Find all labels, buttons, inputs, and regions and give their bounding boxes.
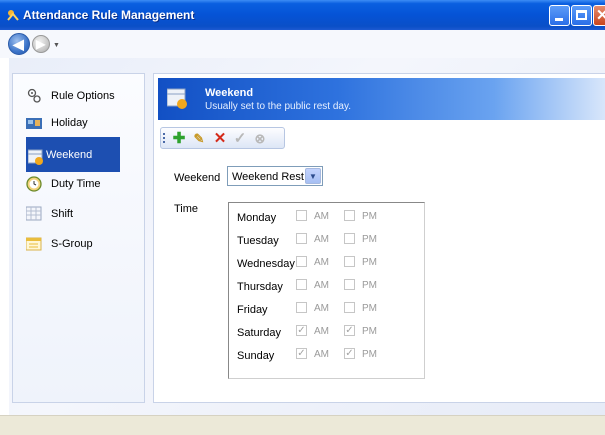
status-bar: [0, 415, 605, 435]
weekend-select-value: Weekend Rest: [232, 171, 304, 183]
delete-icon[interactable]: ✕: [211, 130, 229, 148]
pm-label: PM: [362, 326, 377, 337]
am-label: AM: [314, 211, 329, 222]
pm-checkbox[interactable]: [344, 279, 355, 290]
toolbar: ✚ ✎ ✕ ✓ ⊗: [160, 127, 285, 149]
pm-label: PM: [362, 303, 377, 314]
holiday-icon: [26, 118, 42, 129]
sidebar-item-label: Weekend: [46, 149, 93, 161]
sidebar: Rule Options Holiday Weekend Duty Time S…: [12, 73, 145, 403]
cancel-icon[interactable]: ⊗: [251, 130, 269, 148]
am-checkbox[interactable]: [296, 256, 307, 267]
back-button[interactable]: ◀: [8, 33, 30, 55]
am-checkbox[interactable]: ✓: [296, 348, 307, 359]
sidebar-item-rule-options[interactable]: Rule Options: [23, 84, 133, 108]
pm-label: PM: [362, 349, 377, 360]
weekend-icon: [28, 149, 43, 165]
pm-label: PM: [362, 280, 377, 291]
weekend-select[interactable]: Weekend Rest ▼: [227, 166, 323, 186]
minimize-icon: [555, 18, 563, 21]
day-name: Tuesday: [237, 235, 279, 247]
day-name: Saturday: [237, 327, 282, 339]
am-label: AM: [314, 280, 329, 291]
am-checkbox[interactable]: [296, 302, 307, 313]
maximize-icon: [576, 10, 587, 20]
rule-options-icon: [27, 88, 41, 103]
am-label: AM: [314, 349, 329, 360]
forward-arrow-icon: ▶: [36, 37, 46, 51]
clock-icon: [26, 176, 42, 192]
sidebar-item-weekend[interactable]: Weekend: [26, 137, 120, 172]
edit-icon[interactable]: ✎: [190, 130, 208, 148]
am-label: AM: [314, 257, 329, 268]
day-row: Friday AM PM: [229, 297, 424, 319]
pm-checkbox[interactable]: [344, 210, 355, 221]
pm-checkbox[interactable]: ✓: [344, 325, 355, 336]
title-bar: Attendance Rule Management ✕: [0, 0, 605, 30]
history-dropdown-icon[interactable]: ▼: [53, 42, 62, 51]
day-row: Monday AM PM: [229, 205, 424, 227]
sidebar-item-s-group[interactable]: S-Group: [23, 232, 133, 256]
close-icon: ✕: [596, 7, 605, 24]
am-label: AM: [314, 326, 329, 337]
sidebar-item-shift[interactable]: Shift: [23, 202, 133, 226]
pm-checkbox[interactable]: ✓: [344, 348, 355, 359]
app-icon: [7, 10, 19, 21]
sidebar-item-label: Duty Time: [51, 178, 101, 190]
shift-grid-icon: [26, 206, 42, 221]
window-title: Attendance Rule Management: [23, 8, 195, 22]
maximize-button[interactable]: [571, 5, 592, 26]
back-arrow-icon: ◀: [13, 36, 24, 52]
sidebar-item-label: S-Group: [51, 238, 93, 250]
sidebar-item-holiday[interactable]: Holiday: [23, 111, 133, 135]
day-name: Thursday: [237, 281, 283, 293]
sidebar-item-duty-time[interactable]: Duty Time: [23, 172, 133, 196]
sidebar-item-label: Holiday: [51, 117, 88, 129]
weekend-field-label: Weekend: [174, 172, 221, 184]
am-checkbox[interactable]: [296, 210, 307, 221]
day-name: Wednesday: [237, 258, 295, 270]
am-checkbox[interactable]: [296, 279, 307, 290]
save-icon[interactable]: ✓: [231, 130, 249, 148]
am-label: AM: [314, 303, 329, 314]
pm-label: PM: [362, 234, 377, 245]
section-title: Weekend: [205, 87, 254, 99]
day-name: Monday: [237, 212, 277, 224]
section-header: Weekend Usually set to the public rest d…: [158, 78, 605, 120]
sidebar-item-label: Rule Options: [51, 90, 115, 102]
chevron-down-icon[interactable]: ▼: [305, 168, 321, 184]
toolbar-grip[interactable]: [163, 133, 165, 145]
pm-checkbox[interactable]: [344, 302, 355, 313]
day-name: Sunday: [237, 350, 275, 362]
content-panel: Weekend Usually set to the public rest d…: [153, 73, 605, 403]
add-icon[interactable]: ✚: [170, 130, 188, 148]
group-icon: [26, 237, 42, 251]
minimize-button[interactable]: [549, 5, 570, 26]
day-name: Friday: [237, 304, 268, 316]
time-days-box: Monday AM PM Tuesday AM PM Wednesday AM …: [228, 202, 425, 379]
day-row: Sunday ✓ AM ✓ PM: [229, 343, 424, 365]
pm-label: PM: [362, 257, 377, 268]
pm-label: PM: [362, 211, 377, 222]
navigation-bar: ◀ ▶ ▼: [0, 30, 605, 58]
day-row: Thursday AM PM: [229, 274, 424, 296]
am-checkbox[interactable]: [296, 233, 307, 244]
day-row: Wednesday AM PM: [229, 251, 424, 273]
pm-checkbox[interactable]: [344, 256, 355, 267]
close-button[interactable]: ✕: [593, 5, 605, 26]
am-checkbox[interactable]: ✓: [296, 325, 307, 336]
section-subtitle: Usually set to the public rest day.: [205, 101, 351, 112]
pm-checkbox[interactable]: [344, 233, 355, 244]
forward-button[interactable]: ▶: [32, 35, 50, 53]
time-field-label: Time: [174, 203, 199, 215]
am-label: AM: [314, 234, 329, 245]
sidebar-item-label: Shift: [51, 208, 74, 220]
day-row: Saturday ✓ AM ✓ PM: [229, 320, 424, 342]
day-row: Tuesday AM PM: [229, 228, 424, 250]
weekend-icon: [167, 88, 187, 109]
